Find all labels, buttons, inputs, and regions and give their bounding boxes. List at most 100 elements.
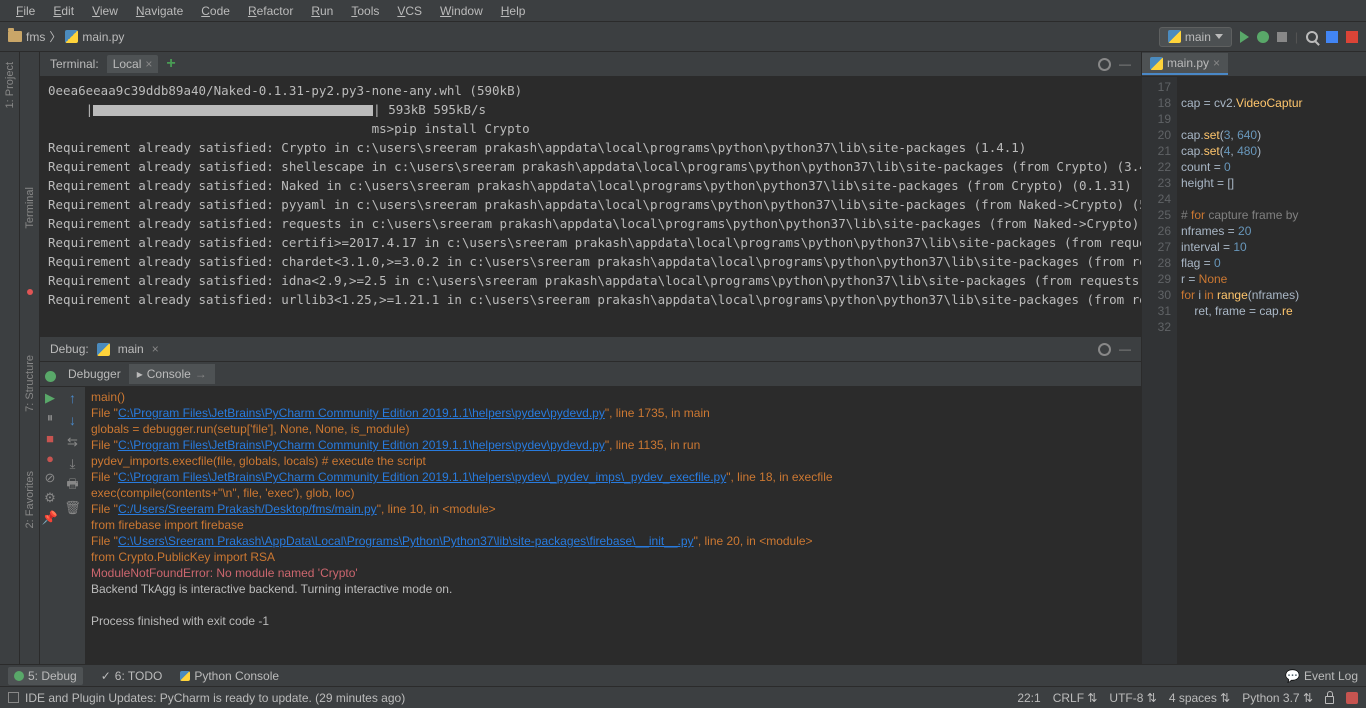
close-icon[interactable]: ×: [145, 57, 152, 71]
search-icon[interactable]: [1306, 31, 1318, 43]
menu-refactor[interactable]: Refactor: [240, 2, 301, 20]
ext-icon-2[interactable]: [1346, 31, 1358, 43]
run-config-selector[interactable]: main: [1159, 27, 1232, 47]
debug-panel: Debug: main × — Debugger ▸ Console: [40, 337, 1141, 664]
menu-edit[interactable]: Edit: [45, 2, 82, 20]
settings-icon[interactable]: ⚙: [43, 491, 57, 505]
print-icon[interactable]: 🖶: [66, 479, 80, 493]
console-tab-label: Console: [147, 367, 191, 381]
ext-icon-1[interactable]: [1326, 31, 1338, 43]
close-icon[interactable]: ×: [152, 342, 159, 356]
left-tool-strip: 1: Project: [0, 52, 20, 664]
console-icon: ▸: [137, 367, 143, 381]
debugger-tab[interactable]: Debugger: [60, 364, 129, 384]
settings-icon[interactable]: [1098, 58, 1111, 71]
rerun-debug-icon[interactable]: [45, 371, 56, 382]
settings-icon[interactable]: [1098, 343, 1111, 356]
terminal-tool-tab[interactable]: Terminal: [24, 187, 36, 229]
ide-status-icon[interactable]: [1346, 692, 1358, 704]
pin-icon[interactable]: →: [195, 367, 207, 381]
resume-icon[interactable]: ▶: [43, 391, 57, 405]
stop-button[interactable]: [1277, 32, 1287, 42]
debug-config-name: main: [118, 342, 144, 356]
python-console-tab[interactable]: Python Console: [180, 669, 279, 683]
event-log-icon: 💬: [1285, 669, 1300, 683]
debug-tool-label: 5: Debug: [28, 669, 77, 683]
structure-tool-tab[interactable]: 7: Structure: [24, 355, 36, 412]
file-encoding[interactable]: UTF-8 ⇅: [1109, 691, 1156, 705]
menu-run[interactable]: Run: [303, 2, 341, 20]
view-breakpoints-icon[interactable]: ●: [43, 451, 57, 465]
close-icon[interactable]: ×: [1213, 56, 1220, 70]
console-actions: ↑ ↓ ⇆ ⤓ 🖶 🗑: [60, 387, 85, 664]
bottom-tool-tabs: 5: Debug ✓ 6: TODO Python Console 💬 Even…: [0, 664, 1366, 686]
lock-icon[interactable]: [1325, 696, 1334, 704]
status-window-icon[interactable]: [8, 692, 19, 703]
new-terminal-button[interactable]: +: [166, 55, 175, 73]
menu-help[interactable]: Help: [493, 2, 534, 20]
todo-icon: ✓: [101, 669, 111, 683]
run-config-name: main: [1185, 30, 1211, 44]
mute-breakpoints-icon[interactable]: ⊘: [43, 471, 57, 485]
pyconsole-label: Python Console: [194, 669, 279, 683]
terminal-panel: Terminal: Local × + — 0eea6eeaa9c39ddb89…: [40, 52, 1141, 337]
breadcrumb-file[interactable]: main.py: [82, 30, 124, 44]
menu-navigate[interactable]: Navigate: [128, 2, 191, 20]
python-file-icon: [65, 30, 78, 43]
status-bar: IDE and Plugin Updates: PyCharm is ready…: [0, 686, 1366, 708]
stop-icon[interactable]: ■: [43, 431, 57, 445]
terminal-tab-local[interactable]: Local ×: [107, 55, 159, 73]
minimize-icon[interactable]: —: [1119, 342, 1131, 356]
event-log-tab[interactable]: 💬 Event Log: [1285, 669, 1358, 683]
breakpoint-indicator-icon: [27, 289, 33, 295]
folder-icon: [8, 31, 22, 42]
code-editor[interactable]: 17181920212223242526272829303132 cap = c…: [1142, 77, 1366, 664]
python-icon: [180, 671, 190, 681]
menu-bar: FileEditViewNavigateCodeRefactorRunTools…: [0, 0, 1366, 22]
code-area[interactable]: cap = cv2.VideoCaptur cap.set(3, 640) ca…: [1177, 77, 1366, 664]
breadcrumb-sep: 〉: [49, 28, 61, 45]
pause-icon[interactable]: ⏸: [43, 411, 57, 425]
menu-vcs[interactable]: VCS: [389, 2, 430, 20]
terminal-title: Terminal:: [50, 57, 99, 71]
python-icon: [97, 343, 110, 356]
terminal-output[interactable]: 0eea6eeaa9c39ddb89a40/Naked-0.1.31-py2.p…: [40, 77, 1141, 336]
debug-actions-left: ▶ ⏸ ■ ● ⊘ ⚙ 📌: [40, 387, 60, 664]
pin-icon[interactable]: 📌: [43, 511, 57, 525]
favorites-tool-tab[interactable]: 2: Favorites: [24, 471, 36, 528]
todo-tool-label: 6: TODO: [115, 669, 163, 683]
up-stack-icon[interactable]: ↑: [66, 391, 80, 405]
clear-icon[interactable]: 🗑: [66, 501, 80, 515]
event-log-label: Event Log: [1304, 669, 1358, 683]
menu-code[interactable]: Code: [193, 2, 238, 20]
menu-file[interactable]: File: [8, 2, 43, 20]
caret-position[interactable]: 22:1: [1017, 691, 1040, 705]
debug-tool-tab[interactable]: 5: Debug: [8, 667, 83, 685]
python-interpreter[interactable]: Python 3.7 ⇅: [1242, 691, 1313, 705]
debug-button[interactable]: [1257, 31, 1269, 43]
breadcrumb: fms 〉 main.py: [8, 28, 124, 45]
minimize-icon[interactable]: —: [1119, 57, 1131, 71]
python-file-icon: [1150, 57, 1163, 70]
down-stack-icon[interactable]: ↓: [66, 413, 80, 427]
project-tool-tab[interactable]: 1: Project: [4, 62, 16, 108]
editor-tab-main[interactable]: main.py ×: [1142, 53, 1228, 75]
line-separator[interactable]: CRLF ⇅: [1053, 691, 1098, 705]
soft-wrap-icon[interactable]: ⇆: [66, 435, 80, 449]
debug-icon: [14, 671, 24, 681]
run-button[interactable]: [1240, 31, 1249, 43]
status-message: IDE and Plugin Updates: PyCharm is ready…: [25, 691, 405, 705]
scroll-end-icon[interactable]: ⤓: [66, 457, 80, 471]
python-icon: [1168, 30, 1181, 43]
debug-console-output[interactable]: main() File "C:\Program Files\JetBrains\…: [85, 387, 1141, 664]
menu-window[interactable]: Window: [432, 2, 491, 20]
indent-setting[interactable]: 4 spaces ⇅: [1169, 691, 1230, 705]
console-tab[interactable]: ▸ Console →: [129, 364, 215, 384]
menu-tools[interactable]: Tools: [343, 2, 387, 20]
debug-title: Debug:: [50, 342, 89, 356]
menu-view[interactable]: View: [84, 2, 126, 20]
line-gutter: 17181920212223242526272829303132: [1142, 77, 1177, 664]
editor-pane: main.py × 171819202122232425262728293031…: [1141, 52, 1366, 664]
breadcrumb-folder[interactable]: fms: [26, 30, 45, 44]
todo-tool-tab[interactable]: ✓ 6: TODO: [101, 669, 163, 683]
